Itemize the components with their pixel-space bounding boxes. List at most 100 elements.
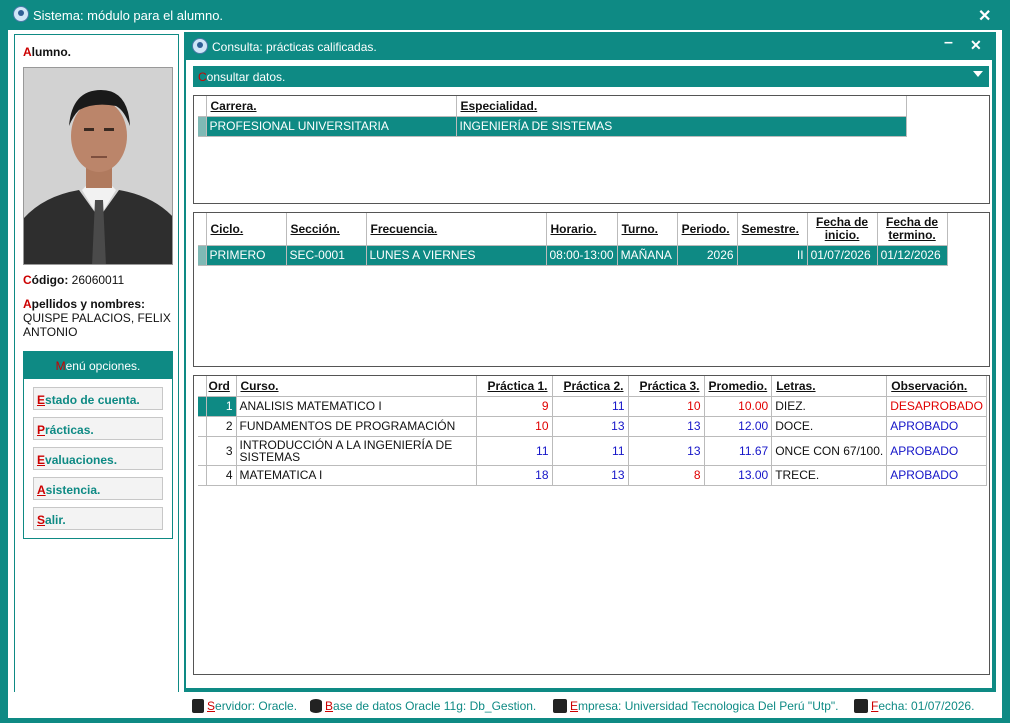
- specialty-cell[interactable]: INGENIERÍA DE SISTEMAS: [456, 116, 907, 137]
- chevron-down-icon[interactable]: [973, 71, 983, 77]
- student-photo: [23, 67, 173, 265]
- consult-bar[interactable]: Consultar datos.: [193, 66, 989, 87]
- col-header-section[interactable]: Sección.: [286, 213, 367, 246]
- status-company: Empresa: Universidad Tecnologica Del Per…: [553, 699, 838, 713]
- row-selector[interactable]: [198, 116, 207, 137]
- average-cell[interactable]: 13.00: [704, 465, 773, 486]
- letters-cell[interactable]: TRECE.: [771, 465, 888, 486]
- letters-cell[interactable]: ONCE CON 67/100.: [771, 436, 888, 466]
- attendance-button[interactable]: Asistencia.: [33, 477, 163, 500]
- col-header-cycle[interactable]: Ciclo.: [206, 213, 287, 246]
- course-cell[interactable]: INTRODUCCIÓN A LA INGENIERÍA DE SISTEMAS: [236, 436, 477, 466]
- col-header-schedule[interactable]: Horario.: [546, 213, 618, 246]
- practice-1-cell[interactable]: 18: [476, 465, 553, 486]
- table-row[interactable]: PRIMERO SEC-0001 LUNES A VIERNES 08:00-1…: [198, 245, 948, 266]
- evaluations-button[interactable]: Evaluaciones.: [33, 447, 163, 470]
- account-status-button[interactable]: Estado de cuenta.: [33, 387, 163, 410]
- minimize-icon[interactable]: –: [944, 34, 953, 52]
- table-row[interactable]: PROFESIONAL UNIVERSITARIA INGENIERÍA DE …: [198, 116, 907, 137]
- row-selector[interactable]: [198, 416, 207, 437]
- exit-button[interactable]: Salir.: [33, 507, 163, 530]
- col-header-semester[interactable]: Semestre.: [737, 213, 808, 246]
- table-row[interactable]: 2 FUNDAMENTOS DE PROGRAMACIÓN 10 13 13 1…: [198, 416, 987, 437]
- close-icon[interactable]: ✕: [978, 6, 991, 26]
- row-selector[interactable]: [198, 396, 207, 417]
- col-header-period[interactable]: Periodo.: [677, 213, 738, 246]
- practice-3-cell[interactable]: 13: [628, 436, 705, 466]
- practice-3-cell[interactable]: 13: [628, 416, 705, 437]
- col-header-practice-3[interactable]: Práctica 3.: [628, 376, 705, 397]
- practice-3-cell[interactable]: 8: [628, 465, 705, 486]
- practice-2-cell[interactable]: 11: [552, 396, 629, 417]
- shift-cell[interactable]: MAÑANA: [617, 245, 678, 266]
- observation-cell[interactable]: APROBADO: [886, 416, 987, 437]
- table-row[interactable]: 4 MATEMATICA I 18 13 8 13.00 TRECE. APRO…: [198, 465, 987, 486]
- start-date-cell[interactable]: 01/07/2026: [807, 245, 878, 266]
- order-cell[interactable]: 1: [206, 396, 237, 417]
- practice-1-cell[interactable]: 11: [476, 436, 553, 466]
- career-cell[interactable]: PROFESIONAL UNIVERSITARIA: [206, 116, 457, 137]
- menu-title: Menú opciones.: [24, 352, 172, 379]
- grades-table: Ord Curso. Práctica 1. Práctica 2. Práct…: [198, 376, 987, 486]
- col-header-career[interactable]: Carrera.: [206, 96, 457, 117]
- col-header-order[interactable]: Ord: [206, 376, 237, 397]
- cycle-cell[interactable]: PRIMERO: [206, 245, 287, 266]
- average-cell[interactable]: 10.00: [704, 396, 773, 417]
- window-icon: [192, 38, 208, 54]
- order-cell[interactable]: 2: [206, 416, 237, 437]
- section-cell[interactable]: SEC-0001: [286, 245, 367, 266]
- frequency-cell[interactable]: LUNES A VIERNES: [366, 245, 547, 266]
- practice-1-cell[interactable]: 10: [476, 416, 553, 437]
- consult-tab[interactable]: Consultar datos.: [193, 66, 293, 87]
- schedule-cell[interactable]: 08:00-13:00: [546, 245, 618, 266]
- row-selector[interactable]: [198, 245, 207, 266]
- order-cell[interactable]: 3: [206, 436, 237, 466]
- student-names-value: QUISPE PALACIOS, FELIX ANTONIO: [23, 311, 171, 339]
- course-cell[interactable]: ANALISIS MATEMATICO I: [236, 396, 477, 417]
- average-cell[interactable]: 11.67: [704, 436, 773, 466]
- practice-1-cell[interactable]: 9: [476, 396, 553, 417]
- inner-body: Consultar datos. Carrera. Especialidad.: [186, 60, 992, 688]
- col-header-observation[interactable]: Observación.: [886, 376, 987, 397]
- practices-button[interactable]: Prácticas.: [33, 417, 163, 440]
- col-header-practice-1[interactable]: Práctica 1.: [476, 376, 553, 397]
- row-selector[interactable]: [198, 436, 207, 466]
- col-header-shift[interactable]: Turno.: [617, 213, 678, 246]
- row-header-corner: [198, 213, 207, 246]
- course-cell[interactable]: FUNDAMENTOS DE PROGRAMACIÓN: [236, 416, 477, 437]
- average-cell[interactable]: 12.00: [704, 416, 773, 437]
- course-cell[interactable]: MATEMATICA I: [236, 465, 477, 486]
- practice-2-cell[interactable]: 13: [552, 416, 629, 437]
- col-header-end-date[interactable]: Fecha de termino.: [877, 213, 948, 246]
- col-header-average[interactable]: Promedio.: [704, 376, 773, 397]
- observation-cell[interactable]: APROBADO: [886, 436, 987, 466]
- col-header-specialty[interactable]: Especialidad.: [456, 96, 907, 117]
- observation-cell[interactable]: APROBADO: [886, 465, 987, 486]
- student-code: Código: 26060011: [23, 273, 125, 287]
- status-database: Base de datos Oracle 11g: Db_Gestion.: [310, 699, 536, 713]
- practice-2-cell[interactable]: 13: [552, 465, 629, 486]
- letters-cell[interactable]: DOCE.: [771, 416, 888, 437]
- col-header-frequency[interactable]: Frecuencia.: [366, 213, 547, 246]
- practice-2-cell[interactable]: 11: [552, 436, 629, 466]
- career-panel: Carrera. Especialidad. PROFESIONAL UNIVE…: [193, 95, 990, 204]
- table-row[interactable]: 3 INTRODUCCIÓN A LA INGENIERÍA DE SISTEM…: [198, 436, 987, 466]
- period-cell[interactable]: 2026: [677, 245, 738, 266]
- inner-window-title: Consulta: prácticas calificadas.: [212, 40, 377, 54]
- observation-cell[interactable]: DESAPROBADO: [886, 396, 987, 417]
- col-header-practice-2[interactable]: Práctica 2.: [552, 376, 629, 397]
- col-header-course[interactable]: Curso.: [236, 376, 477, 397]
- table-row[interactable]: 1 ANALISIS MATEMATICO I 9 11 10 10.00 DI…: [198, 396, 987, 417]
- practice-3-cell[interactable]: 10: [628, 396, 705, 417]
- order-cell[interactable]: 4: [206, 465, 237, 486]
- inner-titlebar: Consulta: prácticas calificadas. – ✕: [184, 32, 996, 62]
- letters-cell[interactable]: DIEZ.: [771, 396, 888, 417]
- col-header-start-date[interactable]: Fecha de inicio.: [807, 213, 878, 246]
- col-header-letters[interactable]: Letras.: [771, 376, 888, 397]
- inner-close-icon[interactable]: ✕: [970, 37, 982, 54]
- calendar-icon: [854, 699, 868, 713]
- row-selector[interactable]: [198, 465, 207, 486]
- end-date-cell[interactable]: 01/12/2026: [877, 245, 948, 266]
- cycle-panel: Ciclo. Sección. Frecuencia. Horario. Tur…: [193, 212, 990, 367]
- semester-cell[interactable]: II: [737, 245, 808, 266]
